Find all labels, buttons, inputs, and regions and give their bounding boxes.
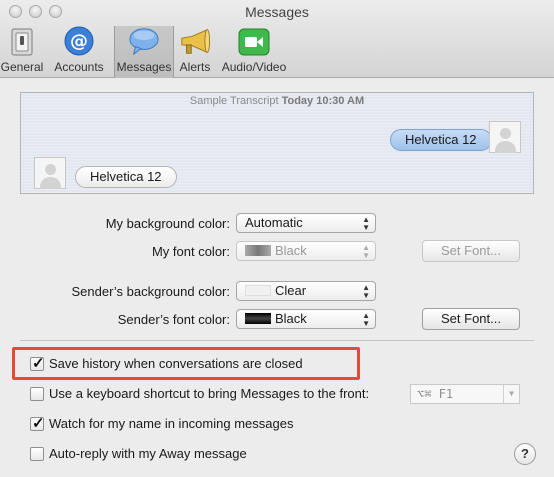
popup-arrows-icon: ▲ ▼ [362,215,370,232]
auto-reply-checkbox[interactable] [30,446,44,461]
sender-background-color-value: Clear [275,283,307,298]
my-set-font-button[interactable]: Set Font... [422,240,520,262]
my-avatar [489,121,521,153]
keyboard-shortcut-value: ⌥⌘ F1 [417,387,454,401]
help-button[interactable]: ? [514,443,536,465]
my-background-color-label: My background color: [105,216,230,231]
tab-messages-label: Messages [116,60,172,74]
chevron-down-icon: ▼ [503,385,519,403]
sender-message-bubble: Helvetica 12 [75,166,177,188]
save-history-label: Save history when conversations are clos… [49,356,303,371]
keyboard-shortcut-label: Use a keyboard shortcut to bring Message… [49,386,370,401]
preview-header-time: Today 10:30 AM [281,95,365,107]
popup-arrows-icon: ▲ ▼ [362,283,370,300]
tab-audio-video[interactable]: Audio/Video [216,26,292,78]
sender-font-color-popup[interactable]: Black ▲ ▼ [236,309,376,329]
sender-font-color-value: Black [275,311,307,326]
svg-text:@: @ [70,31,88,52]
popup-arrows-icon: ▲ ▼ [362,243,370,260]
tab-accounts[interactable]: @ Accounts [44,26,114,78]
preferences-toolbar: General @ Accounts Messages Alerts Audio… [0,26,292,78]
title-bar: Messages General @ Accounts Messages Ale… [0,0,554,78]
watch-name-label: Watch for my name in incoming messages [49,416,294,431]
section-divider [20,340,534,341]
at-sign-icon: @ [63,25,95,57]
preview-header: Sample Transcript Today 10:30 AM [21,95,533,107]
keyboard-shortcut-option[interactable]: Use a keyboard shortcut to bring Message… [30,386,369,401]
save-history-checkbox[interactable] [30,354,45,372]
tab-alerts[interactable]: Alerts [174,26,216,78]
preferences-window: Messages General @ Accounts Messages Ale… [0,0,554,477]
my-font-color-value: Black [275,243,307,258]
general-switch-icon [6,26,38,57]
watch-name-option[interactable]: Watch for my name in incoming messages [30,414,294,432]
my-message-bubble: Helvetica 12 [390,129,492,151]
sender-set-font-button[interactable]: Set Font... [422,308,520,330]
my-background-color-popup[interactable]: Automatic ▲ ▼ [236,213,376,233]
keyboard-shortcut-checkbox[interactable] [30,386,44,401]
watch-name-checkbox[interactable] [30,414,45,432]
tab-messages[interactable]: Messages [114,26,174,78]
sender-font-color-swatch [245,313,271,324]
sender-background-color-label: Sender’s background color: [71,284,230,299]
my-background-color-value: Automatic [245,215,303,230]
auto-reply-label: Auto-reply with my Away message [49,446,247,461]
my-font-color-popup[interactable]: Black ▲ ▼ [236,241,376,261]
tab-alerts-label: Alerts [179,60,211,74]
window-title: Messages [245,4,309,20]
save-history-option[interactable]: Save history when conversations are clos… [30,354,303,372]
my-font-color-label: My font color: [151,244,230,259]
sender-avatar [34,157,66,189]
sender-font-color-label: Sender’s font color: [117,312,230,327]
megaphone-icon [179,26,211,57]
sender-background-color-popup[interactable]: Clear ▲ ▼ [236,281,376,301]
transcript-preview: Sample Transcript Today 10:30 AM Helveti… [20,92,534,194]
auto-reply-option[interactable]: Auto-reply with my Away message [30,446,247,461]
tab-audio-video-label: Audio/Video [221,60,287,74]
tab-general[interactable]: General [0,26,44,78]
keyboard-shortcut-popup[interactable]: ⌥⌘ F1 ▼ [410,384,520,404]
tab-accounts-label: Accounts [54,60,104,74]
video-camera-icon [238,26,270,57]
preview-header-label: Sample Transcript [189,95,279,107]
tab-general-label: General [0,60,44,74]
popup-arrows-icon: ▲ ▼ [362,311,370,328]
speech-bubble-icon [128,25,160,57]
sender-background-color-swatch [245,285,271,296]
my-font-color-swatch [245,245,271,256]
